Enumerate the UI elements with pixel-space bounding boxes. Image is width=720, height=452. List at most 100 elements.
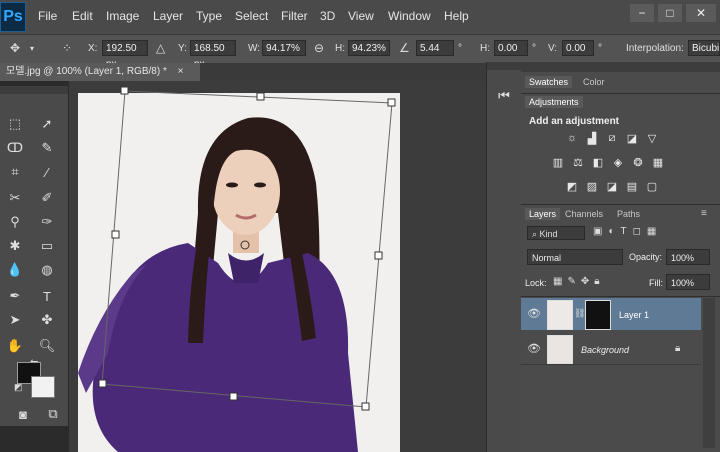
lasso-icon[interactable]: ↀ <box>4 138 26 158</box>
tab-color[interactable]: Color <box>583 77 605 87</box>
y-field[interactable]: 168.50 px <box>190 40 236 70</box>
layer-filter-icons[interactable]: ▣◐T◻▦ <box>593 226 662 237</box>
dodge-icon[interactable]: ◍ <box>36 260 58 280</box>
gradient-icon[interactable]: ▭ <box>36 236 58 256</box>
path-select-icon[interactable]: ➤ <box>4 310 26 330</box>
photo-filter-icon[interactable]: ◈ <box>611 156 625 169</box>
crop-icon[interactable]: ⌗ <box>4 162 26 182</box>
height-field[interactable]: 94.23% <box>348 40 390 56</box>
transform-handle[interactable] <box>374 251 383 260</box>
lock-icon[interactable]: 🔒︎ <box>675 343 680 354</box>
threshold-icon[interactable]: ◪ <box>605 180 619 193</box>
blur-icon[interactable]: 💧 <box>4 260 26 280</box>
close-tab-icon[interactable]: × <box>178 66 184 77</box>
maximize-button[interactable]: □ <box>658 4 682 22</box>
gradient-map-icon[interactable]: ▤ <box>625 180 639 193</box>
hue-saturation-icon[interactable]: ▥ <box>551 156 565 169</box>
screen-mode-icon[interactable]: ⧉ <box>42 404 64 424</box>
transform-handle[interactable] <box>256 92 265 101</box>
angle-icon[interactable]: ∠ <box>399 41 410 55</box>
menu-help[interactable]: Help <box>444 9 469 23</box>
reference-point-icon[interactable]: ⁘ <box>62 41 72 55</box>
interpolation-select[interactable]: Bicubi <box>688 40 720 56</box>
curves-icon[interactable]: ⧄ <box>605 132 619 144</box>
layer-name[interactable]: Background <box>581 345 629 355</box>
tab-channels[interactable]: Channels <box>565 209 603 219</box>
tab-layers[interactable]: Layers <box>525 208 561 220</box>
fill-field[interactable]: 100% <box>666 274 710 290</box>
h-skew-field[interactable]: 0.00 <box>494 40 528 56</box>
reference-point-icon[interactable] <box>240 240 250 250</box>
menu-file[interactable]: File <box>38 9 57 23</box>
transform-handle[interactable] <box>229 392 238 401</box>
delta-icon[interactable]: △ <box>156 41 165 55</box>
exposure-icon[interactable]: ◪ <box>625 132 639 145</box>
history-brush-icon[interactable]: ✑ <box>36 212 58 232</box>
menu-view[interactable]: View <box>348 9 374 23</box>
background-color-swatch[interactable] <box>31 376 55 398</box>
eye-icon[interactable]: 👁︎ <box>527 342 541 355</box>
shape-icon[interactable]: ✤ <box>36 310 58 330</box>
zoom-icon[interactable]: 🔍︎ <box>36 336 58 356</box>
move-tool-icon[interactable]: ✥ <box>10 41 20 55</box>
panel-menu-icon[interactable]: ≡ <box>701 208 707 219</box>
clone-stamp-icon[interactable]: ⚲ <box>4 212 26 232</box>
transform-handle[interactable] <box>98 379 107 388</box>
brush-icon[interactable]: ✐ <box>36 188 58 208</box>
width-field[interactable]: 94.17% <box>262 40 306 56</box>
menu-select[interactable]: Select <box>235 9 268 23</box>
eraser-icon[interactable]: ✱ <box>4 236 26 256</box>
quick-mask-icon[interactable]: ◙ <box>12 404 34 424</box>
minimize-button[interactable]: − <box>630 4 654 22</box>
marquee-icon[interactable]: ⬚ <box>4 114 26 134</box>
channel-mixer-icon[interactable]: ❂ <box>631 156 645 169</box>
chevron-down-icon[interactable]: ▾ <box>30 44 34 53</box>
transform-handle[interactable] <box>111 230 120 239</box>
layer-filter-select[interactable]: ⌕ Kind <box>527 226 585 240</box>
default-colors-icon[interactable]: ◩ <box>14 382 23 393</box>
menu-edit[interactable]: Edit <box>72 9 93 23</box>
vibrance-icon[interactable]: ▽ <box>645 132 659 145</box>
menu-3d[interactable]: 3D <box>320 9 335 23</box>
eyedropper-icon[interactable]: ⁄ <box>36 162 58 182</box>
layers-scrollbar[interactable] <box>703 298 715 448</box>
posterize-icon[interactable]: ▨ <box>585 180 599 193</box>
opacity-field[interactable]: 100% <box>666 249 710 265</box>
layer-mask-thumbnail[interactable] <box>585 300 611 330</box>
transform-handle[interactable] <box>361 402 370 411</box>
transform-handle[interactable] <box>120 86 129 95</box>
tab-adjustments[interactable]: Adjustments <box>525 96 583 108</box>
healing-icon[interactable]: ✂ <box>4 188 26 208</box>
move-icon[interactable]: ➚ <box>36 114 58 134</box>
history-panel-icon[interactable]: ⏮ <box>493 86 515 106</box>
transform-bounding-box[interactable] <box>69 81 486 452</box>
selective-color-icon[interactable]: ▢ <box>645 180 659 193</box>
lock-icons[interactable]: ▦✎✥🔒︎ <box>553 276 605 287</box>
menu-type[interactable]: Type <box>196 9 222 23</box>
transform-handle[interactable] <box>387 98 396 107</box>
pen-icon[interactable]: ✒ <box>4 286 26 306</box>
type-icon[interactable]: T <box>36 286 58 306</box>
tab-paths[interactable]: Paths <box>617 209 640 219</box>
menu-layer[interactable]: Layer <box>153 9 183 23</box>
document-tab[interactable]: 모델.jpg @ 100% (Layer 1, RGB/8) * × <box>0 63 200 81</box>
link-icon[interactable]: ⊖ <box>314 41 324 55</box>
x-field[interactable]: 192.50 px <box>102 40 148 70</box>
color-lookup-icon[interactable]: ▦ <box>651 156 665 169</box>
v-skew-field[interactable]: 0.00 <box>562 40 594 56</box>
color-balance-icon[interactable]: ⚖ <box>571 156 585 169</box>
blend-mode-select[interactable]: Normal <box>527 249 623 265</box>
levels-icon[interactable]: ▟ <box>585 132 599 145</box>
invert-icon[interactable]: ◩ <box>565 180 579 193</box>
tab-swatches[interactable]: Swatches <box>525 76 573 88</box>
angle-field[interactable]: 5.44 <box>416 40 454 56</box>
hand-icon[interactable]: ✋ <box>4 336 26 356</box>
menu-filter[interactable]: Filter <box>281 9 308 23</box>
black-white-icon[interactable]: ◧ <box>591 156 605 169</box>
menu-window[interactable]: Window <box>388 9 431 23</box>
close-window-button[interactable]: ✕ <box>686 4 716 22</box>
quick-select-icon[interactable]: ✎ <box>36 138 58 158</box>
menu-image[interactable]: Image <box>106 9 139 23</box>
brightness-icon[interactable]: ☼ <box>565 132 579 144</box>
layer-name[interactable]: Layer 1 <box>619 310 649 320</box>
